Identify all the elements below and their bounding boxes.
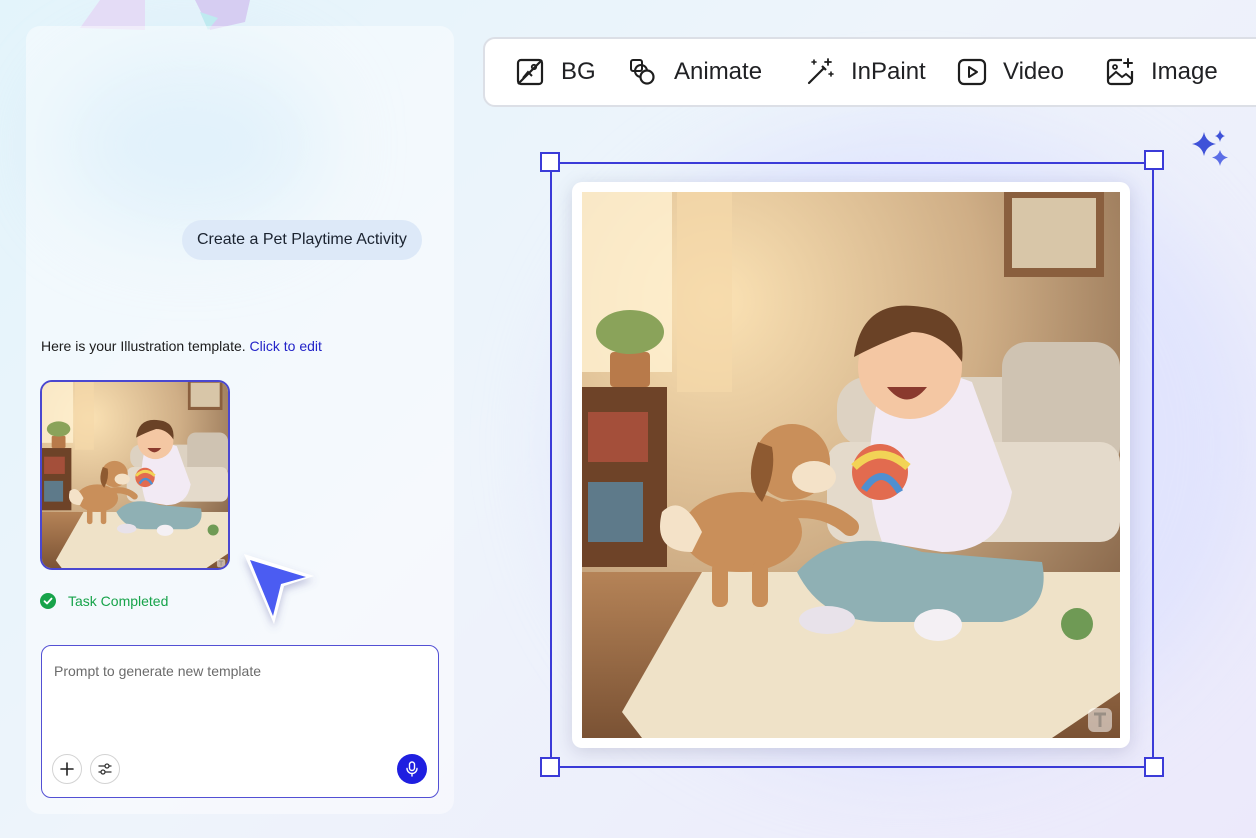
check-circle-icon [40, 593, 56, 609]
resize-handle-bottom-right[interactable] [1144, 757, 1164, 777]
resize-handle-bottom-left[interactable] [540, 757, 560, 777]
microphone-icon [406, 761, 418, 777]
ai-message: Here is your Illustration template. Clic… [41, 338, 322, 354]
settings-button[interactable] [90, 754, 120, 784]
tool-inpaint-button[interactable]: InPaint [805, 39, 926, 105]
prompt-input[interactable] [52, 662, 426, 680]
bg-remove-icon [516, 58, 544, 86]
task-status-text: Task Completed [68, 593, 169, 609]
tool-video-label: Video [1003, 58, 1064, 85]
thumbnail-illustration [42, 382, 228, 568]
tool-image-label: Image [1151, 58, 1218, 85]
image-add-icon [1106, 58, 1134, 86]
tool-bg-label: BG [561, 58, 596, 85]
video-play-icon [957, 58, 987, 86]
magic-wand-icon [807, 58, 834, 85]
animate-icon [630, 59, 655, 85]
cursor-pointer-icon [244, 554, 314, 624]
main-illustration[interactable] [582, 192, 1120, 738]
tool-animate-label: Animate [674, 58, 763, 85]
tool-animate-button[interactable]: Animate [628, 39, 762, 105]
add-button[interactable] [52, 754, 82, 784]
resize-handle-top-left[interactable] [540, 152, 560, 172]
template-thumbnail[interactable] [40, 380, 230, 570]
editing-toolbar: BG Animate InPaint Video Image [483, 37, 1256, 107]
microphone-button[interactable] [397, 754, 427, 784]
illustration-scene [582, 192, 1120, 738]
user-message-text: Create a Pet Playtime Activity [197, 231, 407, 248]
ai-message-text: Here is your Illustration template. [41, 338, 246, 354]
tool-video-button[interactable]: Video [957, 39, 1064, 105]
plus-icon [60, 762, 74, 776]
task-status: Task Completed [40, 593, 168, 609]
prompt-box [41, 645, 439, 798]
tool-bg-button[interactable]: BG [515, 39, 596, 105]
click-to-edit-link[interactable]: Click to edit [250, 338, 322, 354]
tool-inpaint-label: InPaint [851, 58, 926, 85]
tool-image-button[interactable]: Image [1105, 39, 1218, 105]
sliders-icon [98, 763, 112, 775]
resize-handle-top-right[interactable] [1144, 150, 1164, 170]
user-message-bubble: Create a Pet Playtime Activity [182, 220, 422, 260]
sparkles-icon [1192, 130, 1228, 166]
